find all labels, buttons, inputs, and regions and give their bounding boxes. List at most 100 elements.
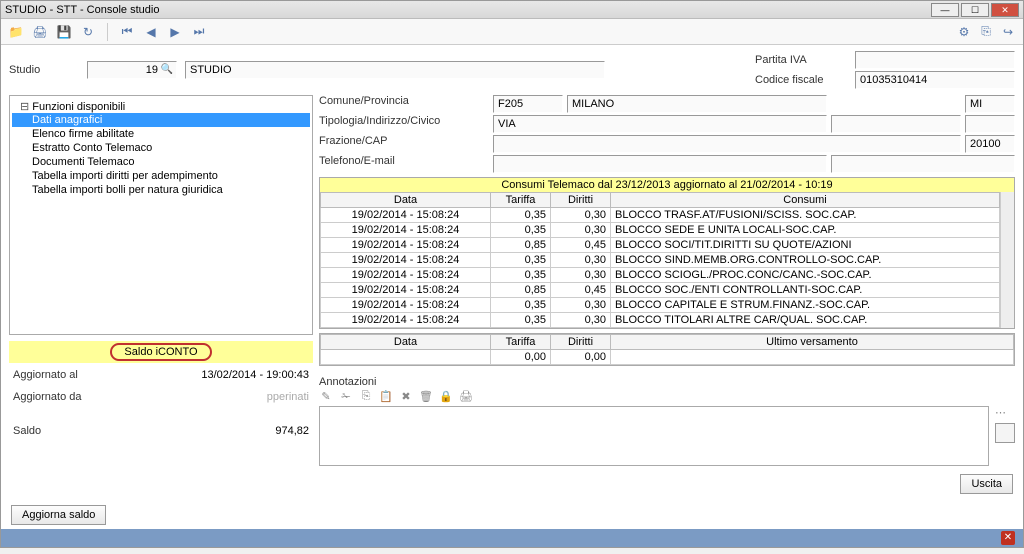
- tree-item-documenti[interactable]: Documenti Telemaco: [12, 155, 310, 169]
- comune-code[interactable]: F205: [493, 95, 563, 113]
- ann-tool-2[interactable]: ✁: [339, 390, 353, 404]
- annotazioni-label: Annotazioni: [319, 376, 377, 388]
- versamento-box: Data Tariffa Diritti Ultimo versamento 0…: [319, 333, 1015, 366]
- vversamento: [611, 350, 1014, 365]
- tree-item-elenco-firme[interactable]: Elenco firme abilitate: [12, 127, 310, 141]
- saldo-box: Saldo iCONTO Aggiornato al 13/02/2014 - …: [9, 341, 313, 443]
- first-icon[interactable]: ⏮: [118, 23, 136, 41]
- table-row[interactable]: 19/02/2014 - 15:08:240,350,30BLOCCO CAPI…: [321, 298, 1000, 313]
- tool-icon-1[interactable]: ⚙: [955, 23, 973, 41]
- vcol-versamento[interactable]: Ultimo versamento: [611, 335, 1014, 350]
- tree-item-dati-anagrafici[interactable]: Dati anagrafici: [12, 113, 310, 127]
- window-title: STUDIO - STT - Console studio: [5, 4, 931, 16]
- annotazioni-toolbar: ✎ ✁ ⎘ 📋 ✖ 🗑 🔒 🖨: [319, 388, 1015, 406]
- exit-icon[interactable]: ↪: [999, 23, 1017, 41]
- vdata: [321, 350, 491, 365]
- app-window: STUDIO - STT - Console studio — ☐ ✕ 📁 🖨 …: [0, 0, 1024, 548]
- codice-fiscale-field: 01035310414: [855, 71, 1015, 89]
- titlebar: STUDIO - STT - Console studio — ☐ ✕: [1, 1, 1023, 19]
- aggiorna-saldo-button[interactable]: Aggiorna saldo: [11, 505, 106, 525]
- tree-item-tabella-diritti[interactable]: Tabella importi diritti per adempimento: [12, 169, 310, 183]
- ann-tool-1[interactable]: ✎: [319, 390, 333, 404]
- versamento-table: Data Tariffa Diritti Ultimo versamento 0…: [320, 334, 1014, 365]
- maximize-button[interactable]: ☐: [961, 3, 989, 17]
- disk-icon[interactable]: 💾: [55, 23, 73, 41]
- consumi-title: Consumi Telemaco dal 23/12/2013 aggiorna…: [320, 178, 1014, 192]
- aggiornato-da-label: Aggiornato da: [13, 391, 82, 403]
- studio-label: Studio: [9, 64, 79, 76]
- uscita-button[interactable]: Uscita: [960, 474, 1013, 494]
- separator: [107, 23, 108, 41]
- minimize-button[interactable]: —: [931, 3, 959, 17]
- tipologia-via[interactable]: VIA: [493, 115, 827, 133]
- aggiornato-da-value: pperinati: [267, 391, 309, 403]
- ann-tool-4[interactable]: 📋: [379, 390, 393, 404]
- consumi-table: Data Tariffa Diritti Consumi 19/02/2014 …: [320, 192, 1000, 328]
- table-row[interactable]: 19/02/2014 - 15:08:240,350,30BLOCCO SIND…: [321, 253, 1000, 268]
- annotazioni-box: Annotazioni ✎ ✁ ⎘ 📋 ✖ 🗑 🔒 🖨: [319, 376, 1015, 466]
- prev-icon[interactable]: ◀: [142, 23, 160, 41]
- tree-item-estratto-conto[interactable]: Estratto Conto Telemaco: [12, 141, 310, 155]
- last-icon[interactable]: ⏭: [190, 23, 208, 41]
- table-row[interactable]: 19/02/2014 - 15:08:240,350,30BLOCCO TRAS…: [321, 208, 1000, 223]
- table-row[interactable]: 19/02/2014 - 15:08:240,350,30BLOCCO SEDE…: [321, 223, 1000, 238]
- frazione-label: Frazione/CAP: [319, 135, 489, 153]
- telefono[interactable]: [493, 155, 827, 173]
- ann-tool-6[interactable]: 🗑: [419, 390, 433, 404]
- tree-root[interactable]: Funzioni disponibili: [12, 100, 310, 113]
- saldo-label: Saldo: [13, 425, 41, 437]
- right-column: Comune/Provincia F205 MILANO MI Tipologi…: [319, 95, 1015, 525]
- table-row[interactable]: 19/02/2014 - 15:08:240,850,45BLOCCO SOC.…: [321, 283, 1000, 298]
- indirizzo[interactable]: [831, 115, 961, 133]
- status-close-icon[interactable]: ✕: [1001, 531, 1015, 545]
- civico[interactable]: [965, 115, 1015, 133]
- folder-icon[interactable]: 📁: [7, 23, 25, 41]
- col-diritti[interactable]: Diritti: [551, 193, 611, 208]
- ann-tool-3[interactable]: ⎘: [359, 390, 373, 404]
- vcol-tariffa[interactable]: Tariffa: [491, 335, 551, 350]
- vdiritti: 0,00: [551, 350, 611, 365]
- tree-item-tabella-bolli[interactable]: Tabella importi bolli per natura giuridi…: [12, 183, 310, 197]
- comune-name[interactable]: MILANO: [567, 95, 827, 113]
- content: Studio 19 STUDIO Partita IVA Codice fisc…: [1, 45, 1023, 527]
- vcol-diritti[interactable]: Diritti: [551, 335, 611, 350]
- ann-tool-8[interactable]: 🖨: [459, 390, 473, 404]
- table-row[interactable]: 19/02/2014 - 15:08:240,350,30BLOCCO TITO…: [321, 313, 1000, 328]
- refresh-icon[interactable]: ↻: [79, 23, 97, 41]
- email[interactable]: [831, 155, 1015, 173]
- main-area: Funzioni disponibili Dati anagrafici Ele…: [9, 95, 1015, 525]
- table-row[interactable]: 19/02/2014 - 15:08:240,350,30BLOCCO SCIO…: [321, 268, 1000, 283]
- provincia[interactable]: MI: [965, 95, 1015, 113]
- annotazioni-textarea[interactable]: [319, 406, 989, 466]
- window-buttons: — ☐ ✕: [931, 3, 1019, 17]
- scrollbar[interactable]: [1000, 192, 1014, 328]
- ann-tool-5[interactable]: ✖: [399, 390, 413, 404]
- telefono-label: Telefono/E-mail: [319, 155, 489, 173]
- comune-label: Comune/Provincia: [319, 95, 489, 113]
- ann-dots-icon[interactable]: ⋯: [995, 406, 1015, 419]
- partita-iva-label: Partita IVA: [755, 54, 855, 66]
- consumi-box: Consumi Telemaco dal 23/12/2013 aggiorna…: [319, 177, 1015, 329]
- function-tree: Funzioni disponibili Dati anagrafici Ele…: [9, 95, 313, 335]
- print-icon[interactable]: 🖨: [31, 23, 49, 41]
- studio-name-field[interactable]: STUDIO: [185, 61, 605, 79]
- table-row[interactable]: 19/02/2014 - 15:08:240,850,45BLOCCO SOCI…: [321, 238, 1000, 253]
- cap[interactable]: 20100: [965, 135, 1015, 153]
- ann-expand-button[interactable]: [995, 423, 1015, 443]
- studio-number-field[interactable]: 19: [87, 61, 177, 79]
- ann-tool-7[interactable]: 🔒: [439, 390, 453, 404]
- saldo-title: Saldo iCONTO: [110, 343, 211, 361]
- col-data[interactable]: Data: [321, 193, 491, 208]
- saldo-header: Saldo iCONTO: [9, 341, 313, 363]
- aggiornato-al-label: Aggiornato al: [13, 369, 78, 381]
- left-column: Funzioni disponibili Dati anagrafici Ele…: [9, 95, 313, 525]
- col-consumi[interactable]: Consumi: [611, 193, 1000, 208]
- next-icon[interactable]: ▶: [166, 23, 184, 41]
- versamento-row[interactable]: 0,00 0,00: [321, 350, 1014, 365]
- tool-icon-2[interactable]: ⎘: [977, 23, 995, 41]
- frazione[interactable]: [493, 135, 961, 153]
- vcol-data[interactable]: Data: [321, 335, 491, 350]
- col-tariffa[interactable]: Tariffa: [491, 193, 551, 208]
- vtariffa: 0,00: [491, 350, 551, 365]
- close-button[interactable]: ✕: [991, 3, 1019, 17]
